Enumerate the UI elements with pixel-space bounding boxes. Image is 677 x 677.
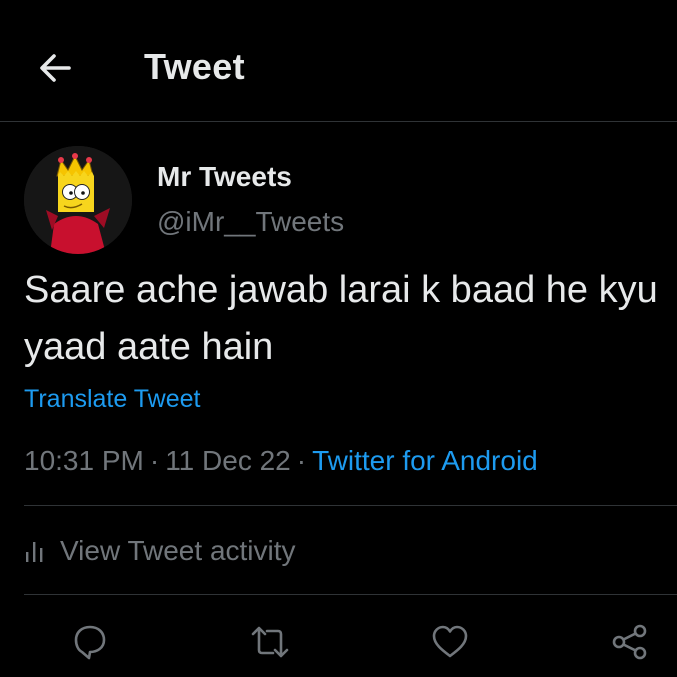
meta-separator: · [296, 445, 307, 476]
reply-button[interactable] [68, 620, 112, 664]
share-icon [612, 624, 647, 660]
author-handle[interactable]: @iMr__Tweets [157, 206, 344, 238]
divider [24, 594, 677, 595]
reply-icon [74, 625, 106, 660]
translate-tweet-link[interactable]: Translate Tweet [24, 385, 200, 414]
avatar[interactable] [24, 146, 132, 254]
share-button[interactable] [608, 620, 652, 664]
bar-chart-icon [26, 542, 43, 562]
meta-separator: · [149, 445, 160, 476]
like-button[interactable] [428, 620, 472, 664]
retweet-icon [251, 626, 289, 658]
retweet-button[interactable] [248, 620, 292, 664]
back-button[interactable] [33, 46, 77, 90]
tweet-date: 11 Dec 22 [165, 445, 291, 476]
view-tweet-activity-button[interactable]: View Tweet activity [24, 531, 296, 571]
tweet-time: 10:31 PM [24, 445, 144, 476]
tweet-source-link[interactable]: Twitter for Android [312, 445, 538, 476]
page-title: Tweet [144, 46, 245, 87]
top-bar: Tweet [0, 0, 677, 122]
heart-icon [432, 625, 468, 658]
divider [24, 505, 677, 506]
view-tweet-activity-label: View Tweet activity [60, 535, 296, 566]
tweet-text: Saare ache jawab larai k baad he kyu yaa… [24, 269, 658, 368]
author-display-name[interactable]: Mr Tweets [157, 161, 292, 193]
bart-simpson-avatar [24, 146, 132, 254]
arrow-left-icon [40, 54, 71, 82]
tweet-meta: 10:31 PM · 11 Dec 22 · Twitter for Android [24, 445, 538, 477]
